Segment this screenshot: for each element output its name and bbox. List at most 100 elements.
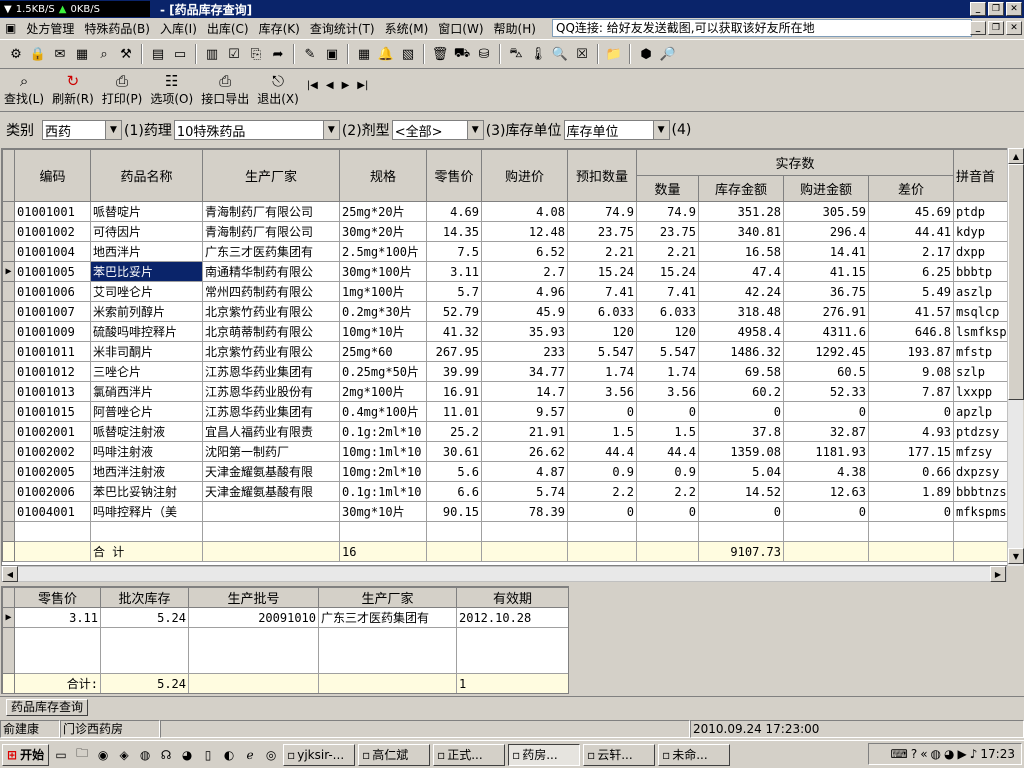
folder-icon[interactable]: 📁 (604, 44, 624, 64)
bell-icon[interactable]: 🔔 (376, 44, 396, 64)
table-cell[interactable]: 01001001 (14, 201, 91, 222)
table-cell[interactable]: 01002006 (14, 481, 91, 502)
table-cell[interactable]: 32.87 (783, 421, 869, 442)
table-cell[interactable]: 41.32 (426, 321, 482, 342)
table-cell[interactable]: 0 (867, 401, 955, 422)
menu-special-drugs[interactable]: 特殊药品(B) (79, 20, 155, 37)
table-cell[interactable]: 4311.6 (783, 321, 869, 342)
table-cell[interactable]: 14.52 (698, 481, 784, 502)
task-zhengshi[interactable]: ▫ 正式... (433, 743, 506, 766)
first-record-icon[interactable]: |◀ (307, 80, 318, 111)
table-row[interactable]: 01001002 可待因片 青海制药厂有限公司 30mg*20片 14.35 12.48 2… (2, 221, 1007, 242)
task-untitled[interactable]: ▫ 未命... (658, 743, 731, 766)
header-spec[interactable]: 规格 (339, 149, 427, 202)
grid-icon[interactable]: ▦ (354, 44, 374, 64)
table-row[interactable]: 01001001 哌替啶片 青海制药厂有限公司 25mg*20片 4.69 4.08 74.… (2, 201, 1007, 222)
car-icon[interactable]: ⛍ (506, 44, 526, 64)
refresh-button[interactable]: ↻ 刷新(R) (52, 72, 94, 111)
batch-cell[interactable]: 广东三才医药集团有 (318, 607, 457, 628)
help-icon[interactable]: ? (911, 747, 917, 761)
table-cell[interactable]: 267.95 (426, 341, 482, 362)
table-cell[interactable]: 5.6 (426, 461, 482, 482)
table-row[interactable]: ▶ 01001005 苯巴比妥片 南通精华制药有限公 30mg*100片 3.11 2.7 1… (2, 261, 1007, 282)
batch-row[interactable]: ▶ 3.11 5.24 20091010 广东三才医药集团有 2012.10.2… (2, 607, 568, 628)
table-cell[interactable]: lsmfksp (953, 321, 1007, 342)
table-cell[interactable]: 阿普唑仑片 (90, 401, 203, 422)
table-cell[interactable]: mfstp (953, 341, 1007, 362)
app-menu-icon[interactable]: ▣ (0, 21, 21, 35)
table-cell[interactable]: 30mg*100片 (339, 261, 427, 282)
firefox-icon[interactable]: ◐ (220, 746, 238, 764)
table-cell[interactable]: 9.57 (481, 401, 568, 422)
batch-cell[interactable]: 3.11 (14, 607, 101, 628)
table-cell[interactable]: dxpzsy (953, 461, 1007, 482)
media-icon[interactable]: ◉ (94, 746, 112, 764)
print-button[interactable]: ⎙ 打印(P) (102, 72, 143, 111)
table-cell[interactable]: 44.41 (867, 221, 955, 242)
table-cell[interactable]: 14.7 (481, 381, 568, 402)
table-cell[interactable]: lxxpp (953, 381, 1007, 402)
table-cell[interactable]: 1486.32 (698, 341, 784, 362)
cart-icon[interactable]: ⛁ (474, 44, 494, 64)
table-cell[interactable]: 0.9 (636, 461, 699, 482)
table-cell[interactable]: 74.9 (636, 201, 699, 222)
table-cell[interactable]: 5.7 (426, 281, 482, 302)
table-cell[interactable]: 艾司唑仑片 (90, 281, 203, 302)
table-cell[interactable]: 12.63 (783, 481, 869, 502)
trash-icon[interactable]: 🗑 (430, 44, 450, 64)
table-cell[interactable]: 4.69 (426, 201, 482, 222)
vertical-scrollbar[interactable]: ▲ ▼ (1007, 148, 1024, 566)
table-cell[interactable]: 天津金耀氨基酸有限 (202, 481, 340, 502)
table-cell[interactable]: 1.5 (567, 421, 637, 442)
table-cell[interactable]: 1mg*100片 (339, 281, 427, 302)
batch-cell[interactable]: 2012.10.28 (456, 607, 568, 628)
file-icon[interactable]: ▯ (199, 746, 217, 764)
table-cell[interactable]: 三唑仑片 (90, 361, 203, 382)
inventory-grid[interactable]: 编码 药品名称 生产厂家 规格 零售价 购进价 预扣数量 实存数 拼音首 数量 … (1, 148, 1008, 566)
table-cell[interactable]: 米非司酮片 (90, 341, 203, 362)
scroll-up-icon[interactable]: ▲ (1008, 148, 1024, 164)
table-cell[interactable]: 1.5 (636, 421, 699, 442)
table-cell[interactable]: 7.41 (567, 281, 637, 302)
table-cell[interactable]: 74.9 (567, 201, 637, 222)
table-cell[interactable]: 10mg:2ml*10 (339, 461, 427, 482)
table-cell[interactable]: bbbtnzs (953, 481, 1007, 502)
batch-header-expiry[interactable]: 有效期 (456, 587, 568, 608)
table-cell[interactable]: 常州四药制药有限公 (202, 281, 340, 302)
table-cell[interactable]: 7.5 (426, 241, 482, 262)
scroll-right-icon[interactable]: ▶ (990, 566, 1006, 582)
scroll-left-icon[interactable]: ◀ (2, 566, 18, 582)
table-cell[interactable]: dxpp (953, 241, 1007, 262)
table-cell[interactable]: 0 (698, 401, 784, 422)
table-cell[interactable]: 哌替啶片 (90, 201, 203, 222)
table-cell[interactable]: 10mg*10片 (339, 321, 427, 342)
table-cell[interactable]: 177.15 (867, 441, 955, 462)
table-cell[interactable]: szlp (953, 361, 1007, 382)
table-cell[interactable]: 60.2 (698, 381, 784, 402)
menu-inventory[interactable]: 库存(K) (254, 20, 305, 37)
table-row[interactable]: 01001009 硫酸吗啡控释片 北京萌蒂制药有限公 10mg*10片 41.32 35.… (2, 321, 1007, 342)
table-cell[interactable]: 0 (567, 401, 637, 422)
table-cell[interactable]: 39.99 (426, 361, 482, 382)
network-icon[interactable]: ◍ (931, 747, 941, 761)
prev-record-icon[interactable]: ◀ (326, 80, 334, 111)
qq-icon[interactable]: ◕ (178, 746, 196, 764)
table-cell[interactable]: 16.58 (698, 241, 784, 262)
chart-icon[interactable]: ▧ (398, 44, 418, 64)
copy-icon[interactable]: ⎘ (246, 44, 266, 64)
edit-icon[interactable]: ✎ (300, 44, 320, 64)
table-cell[interactable]: 苯巴比妥钠注射 (90, 481, 203, 502)
task-yjksir[interactable]: ▫ yjksir-... (283, 743, 356, 766)
tray-expand-icon[interactable]: « (920, 747, 927, 761)
table-cell[interactable]: 646.8 (867, 321, 955, 342)
table-cell[interactable]: 25mg*60 (339, 341, 427, 362)
table-cell[interactable]: 天津金耀氨基酸有限 (202, 461, 340, 482)
table-cell[interactable]: 2.2 (636, 481, 699, 502)
table-cell[interactable]: 42.24 (698, 281, 784, 302)
restore-button[interactable]: ❐ (988, 2, 1004, 16)
menu-help[interactable]: 帮助(H) (489, 20, 541, 37)
minimize-button[interactable]: _ (970, 2, 986, 16)
table-cell[interactable]: 01001004 (14, 241, 91, 262)
browser-icon[interactable]: ◎ (262, 746, 280, 764)
table-cell[interactable]: 52.33 (783, 381, 869, 402)
